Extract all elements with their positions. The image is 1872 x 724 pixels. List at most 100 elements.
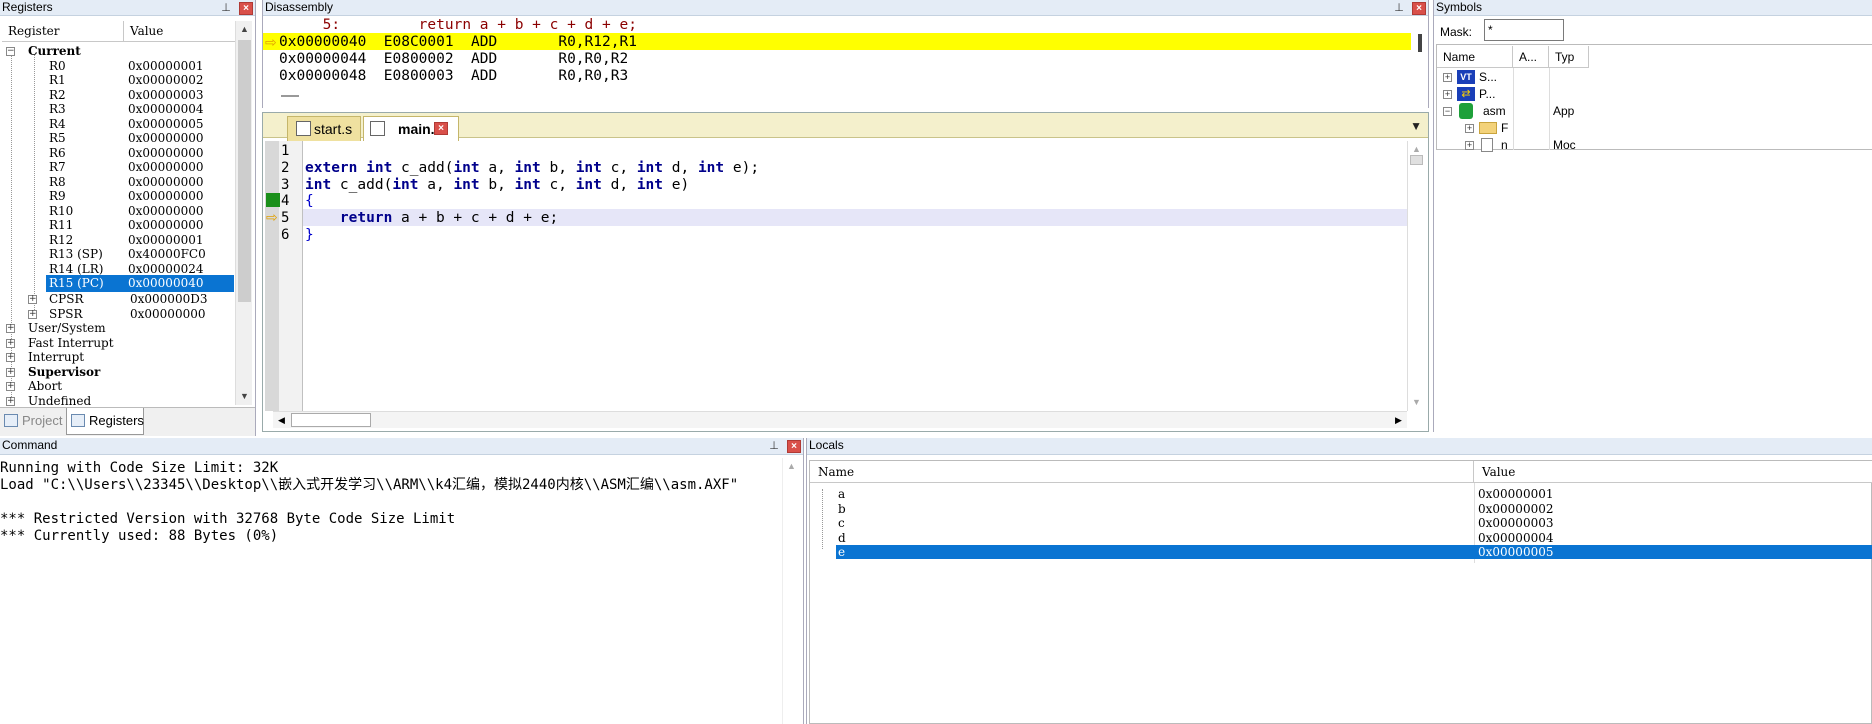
local-value[interactable]: 0x00000005 — [1474, 545, 1872, 559]
scroll-down-icon[interactable]: ▼ — [1408, 394, 1425, 411]
hscroll-thumb[interactable] — [281, 95, 299, 97]
scroll-up-icon[interactable]: ▲ — [783, 458, 800, 475]
command-titlebar: Command ⊥ × — [0, 438, 803, 455]
line-number: 4 — [281, 193, 290, 210]
breakpoint-marker-icon[interactable] — [266, 193, 280, 207]
pin-icon[interactable]: ⊥ — [219, 1, 233, 15]
close-icon[interactable]: × — [239, 1, 253, 15]
folder-icon — [1479, 122, 1497, 134]
command-title: Command — [2, 438, 58, 452]
scroll-thumb[interactable] — [1410, 155, 1423, 165]
col-name[interactable]: Name — [1437, 46, 1513, 68]
tab-project[interactable]: Project — [0, 408, 64, 435]
close-icon[interactable]: × — [1412, 1, 1426, 15]
code-line[interactable]: int c_add(int a, int b, int c, int d, in… — [305, 177, 689, 193]
locals-titlebar: Locals — [807, 438, 1872, 455]
vtregs-icon: VT — [1457, 70, 1475, 84]
local-variable-row[interactable]: a 0x00000001 — [810, 487, 1872, 501]
local-value[interactable]: 0x00000001 — [1474, 487, 1553, 501]
local-variable-row[interactable]: b 0x00000002 — [810, 502, 1872, 516]
local-variable-row[interactable]: c 0x00000003 — [810, 516, 1872, 530]
registers-bottom-tabs: Project Registers — [0, 407, 255, 436]
line-number: 5 — [281, 210, 290, 227]
mask-input[interactable]: * — [1484, 19, 1564, 41]
project-icon — [4, 414, 18, 427]
col-a[interactable]: A... — [1513, 46, 1549, 68]
disasm-line[interactable]: 0x00000048 E0800003 ADD R0,R0,R3 — [279, 67, 628, 85]
expand-icon[interactable]: + — [6, 382, 15, 392]
expand-icon[interactable]: + — [1443, 90, 1452, 99]
close-icon[interactable]: × — [787, 439, 801, 453]
register-row[interactable]: R15 (PC) 0x00000040 — [2, 275, 255, 293]
close-tab-icon[interactable]: × — [434, 122, 448, 135]
col-type[interactable]: Typ — [1549, 46, 1589, 68]
col-name[interactable]: Name — [810, 461, 1474, 483]
command-scrollbar[interactable]: ▲ — [782, 458, 799, 724]
collapse-icon[interactable]: − — [1443, 107, 1452, 116]
local-value[interactable]: 0x00000003 — [1474, 516, 1553, 530]
disasm-line[interactable]: 0x00000044 E0800002 ADD R0,R0,R2 — [279, 50, 628, 68]
col-register[interactable]: Register — [2, 21, 124, 41]
disassembly-pane: Disassembly ⊥ × 5: return a + b + c + d … — [262, 0, 1429, 108]
scroll-up-icon[interactable]: ▲ — [236, 21, 253, 38]
symbols-tree: Name A... Typ + VT S... + ⇄ P... − asm A… — [1436, 44, 1872, 152]
breakpoint-margin[interactable] — [265, 141, 279, 411]
local-value[interactable]: 0x00000002 — [1474, 502, 1553, 516]
disassembly-title: Disassembly — [265, 0, 334, 14]
local-name: a — [838, 487, 846, 501]
col-value[interactable]: Value — [124, 21, 238, 41]
expand-icon[interactable]: + — [1465, 141, 1474, 150]
expand-icon[interactable]: + — [6, 353, 15, 363]
expand-icon[interactable]: + — [6, 324, 15, 333]
tab-start-s[interactable]: start.s — [287, 116, 361, 141]
scroll-left-icon[interactable]: ◀ — [273, 412, 290, 428]
disasm-line[interactable]: 0x00000040 E08C0001 ADD R0,R12,R1 — [279, 33, 637, 51]
pin-icon[interactable]: ⊥ — [1392, 1, 1406, 15]
code-line[interactable]: } — [305, 227, 314, 243]
code-line[interactable]: extern int c_add(int a, int b, int c, in… — [305, 160, 759, 176]
expand-icon[interactable]: + — [1443, 73, 1452, 82]
col-value[interactable]: Value — [1474, 461, 1872, 483]
expand-icon[interactable]: + — [6, 338, 15, 348]
vscroll-thumb[interactable] — [1418, 34, 1422, 52]
locals-pane: Locals Name Value a 0x00000001 b 0x00000002… — [806, 438, 1872, 724]
editor-vscrollbar[interactable]: ▲ ▼ — [1407, 141, 1424, 411]
command-output-line: Load "C:\\Users\\23345\\Desktop\\嵌入式开发学习… — [0, 477, 739, 493]
collapse-icon[interactable]: − — [6, 47, 15, 56]
current-line-arrow-icon: ⇨ — [266, 209, 278, 225]
expand-icon[interactable]: + — [1465, 124, 1474, 133]
scroll-right-icon[interactable]: ▶ — [1390, 412, 1407, 428]
file-icon — [296, 121, 311, 136]
editor-pane: start.s main.c × ▼ ⇨ 1 2 extern int c_add(… — [262, 112, 1429, 432]
line-number: 2 — [281, 159, 290, 176]
locals-table: Name Value a 0x00000001 b 0x00000002 c 0x0000… — [809, 460, 1872, 724]
local-value[interactable]: 0x00000004 — [1474, 531, 1553, 545]
expand-icon[interactable]: + — [6, 367, 15, 377]
symbols-pane: Symbols Mask: * Name A... Typ + VT S... … — [1433, 0, 1872, 432]
current-pc-arrow-icon: ⇨ — [265, 34, 277, 50]
module-file-icon — [1481, 138, 1493, 152]
tab-main-c[interactable]: main.c × — [363, 116, 459, 141]
local-variable-row[interactable]: e 0x00000005 — [810, 545, 1872, 559]
symbol-row[interactable]: + n Moc — [1437, 135, 1595, 155]
tab-registers[interactable]: Registers — [66, 408, 144, 435]
expand-icon[interactable]: + — [28, 309, 37, 319]
scroll-down-icon[interactable]: ▼ — [236, 388, 253, 405]
pin-icon[interactable]: ⊥ — [767, 439, 781, 453]
local-variable-row[interactable]: d 0x00000004 — [810, 531, 1872, 545]
code-line[interactable]: return a + b + c + d + e; — [305, 210, 558, 226]
expand-icon[interactable]: + — [28, 295, 37, 304]
expand-icon[interactable]: + — [6, 397, 15, 406]
symbols-titlebar: Symbols — [1434, 0, 1872, 16]
disasm-source-line[interactable]: 5: return a + b + c + d + e; — [279, 16, 637, 34]
registers-scrollbar[interactable]: ▲ ▼ — [235, 21, 252, 405]
disassembly-titlebar: Disassembly ⊥ × — [263, 0, 1428, 16]
scroll-thumb[interactable] — [238, 40, 251, 302]
file-icon — [370, 121, 385, 136]
registers-pane: Registers ⊥ × Register Value − Current R… — [0, 0, 256, 436]
scroll-thumb[interactable] — [291, 413, 371, 427]
code-line[interactable]: { — [305, 193, 314, 209]
tab-dropdown-icon[interactable]: ▼ — [1410, 119, 1422, 133]
editor-hscrollbar[interactable]: ◀ ▶ — [273, 411, 1407, 428]
reg-value[interactable]: 0x00000040 — [126, 275, 234, 292]
